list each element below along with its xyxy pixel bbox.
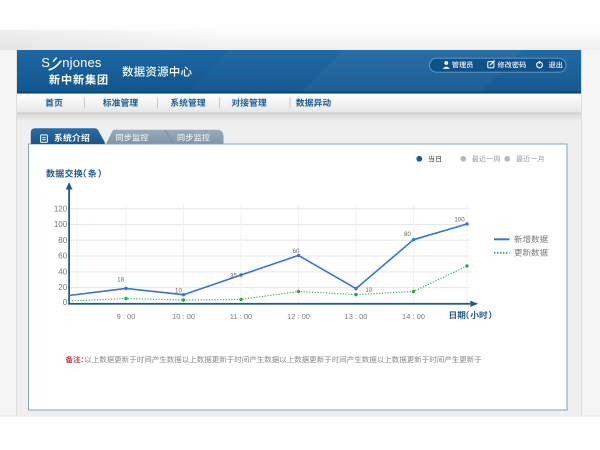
svg-text:100: 100 [54,220,68,229]
svg-text:14 : 00: 14 : 00 [402,312,425,321]
svg-text:40: 40 [58,268,67,277]
svg-text:80: 80 [58,236,67,245]
svg-text:njones: njones [62,55,102,70]
svg-text:100: 100 [454,217,465,224]
svg-text:12 : 00: 12 : 00 [287,312,310,321]
svg-text:9 : 00: 9 : 00 [117,312,136,321]
svg-text:80: 80 [404,231,411,238]
svg-text:13 : 00: 13 : 00 [345,312,368,321]
svg-text:S: S [41,55,50,70]
svg-text:35: 35 [230,273,237,280]
svg-text:20: 20 [58,283,67,292]
svg-text:120: 120 [54,204,68,213]
svg-text:10: 10 [365,287,372,294]
svg-text:60: 60 [293,248,300,255]
svg-text:10 : 00: 10 : 00 [172,312,195,321]
svg-text:11 : 00: 11 : 00 [230,312,252,321]
svg-text:0: 0 [63,298,68,307]
svg-text:10: 10 [175,287,182,294]
svg-text:18: 18 [117,276,124,283]
svg-text:60: 60 [58,252,67,261]
